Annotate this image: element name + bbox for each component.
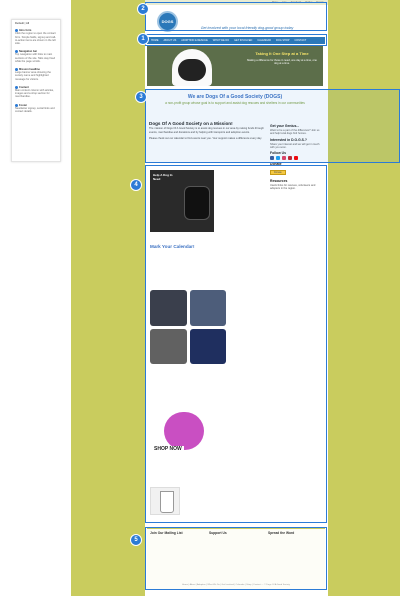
annotation-item[interactable]: Footer Newsletter signup, social links a… [15,104,57,114]
banner-subtext: Making a difference for those in need, o… [247,59,317,66]
annotation-item[interactable]: Navigation bar Top navigation with links… [15,50,57,63]
annotation-item[interactable]: Intro form Click the region to open the … [15,29,57,45]
marker-badge[interactable]: 5 [130,534,142,546]
banner-headline: Taking It One Step at a Time [255,51,309,56]
annotation-item[interactable]: Content Main content column with article… [15,86,57,99]
marker-badge[interactable]: 2 [137,3,149,15]
highlight-region-5[interactable] [145,527,327,590]
annotation-panel-header: Default | All [15,21,30,25]
hero-banner: Taking It One Step at a Time Making a di… [147,45,323,86]
highlight-region-1[interactable] [145,34,327,46]
dog-photo [172,49,212,86]
highlight-region-2[interactable] [145,2,327,31]
highlight-region-3[interactable] [145,89,400,163]
marker-badge[interactable]: 4 [130,179,142,191]
marker-badge[interactable]: 1 [137,33,149,45]
marker-badge[interactable]: 3 [135,91,147,103]
annotation-item[interactable]: Mission headline Large banner area showi… [15,68,57,81]
highlight-region-4[interactable] [145,165,327,523]
annotation-panel: Default | All Intro form Click the regio… [11,19,61,162]
